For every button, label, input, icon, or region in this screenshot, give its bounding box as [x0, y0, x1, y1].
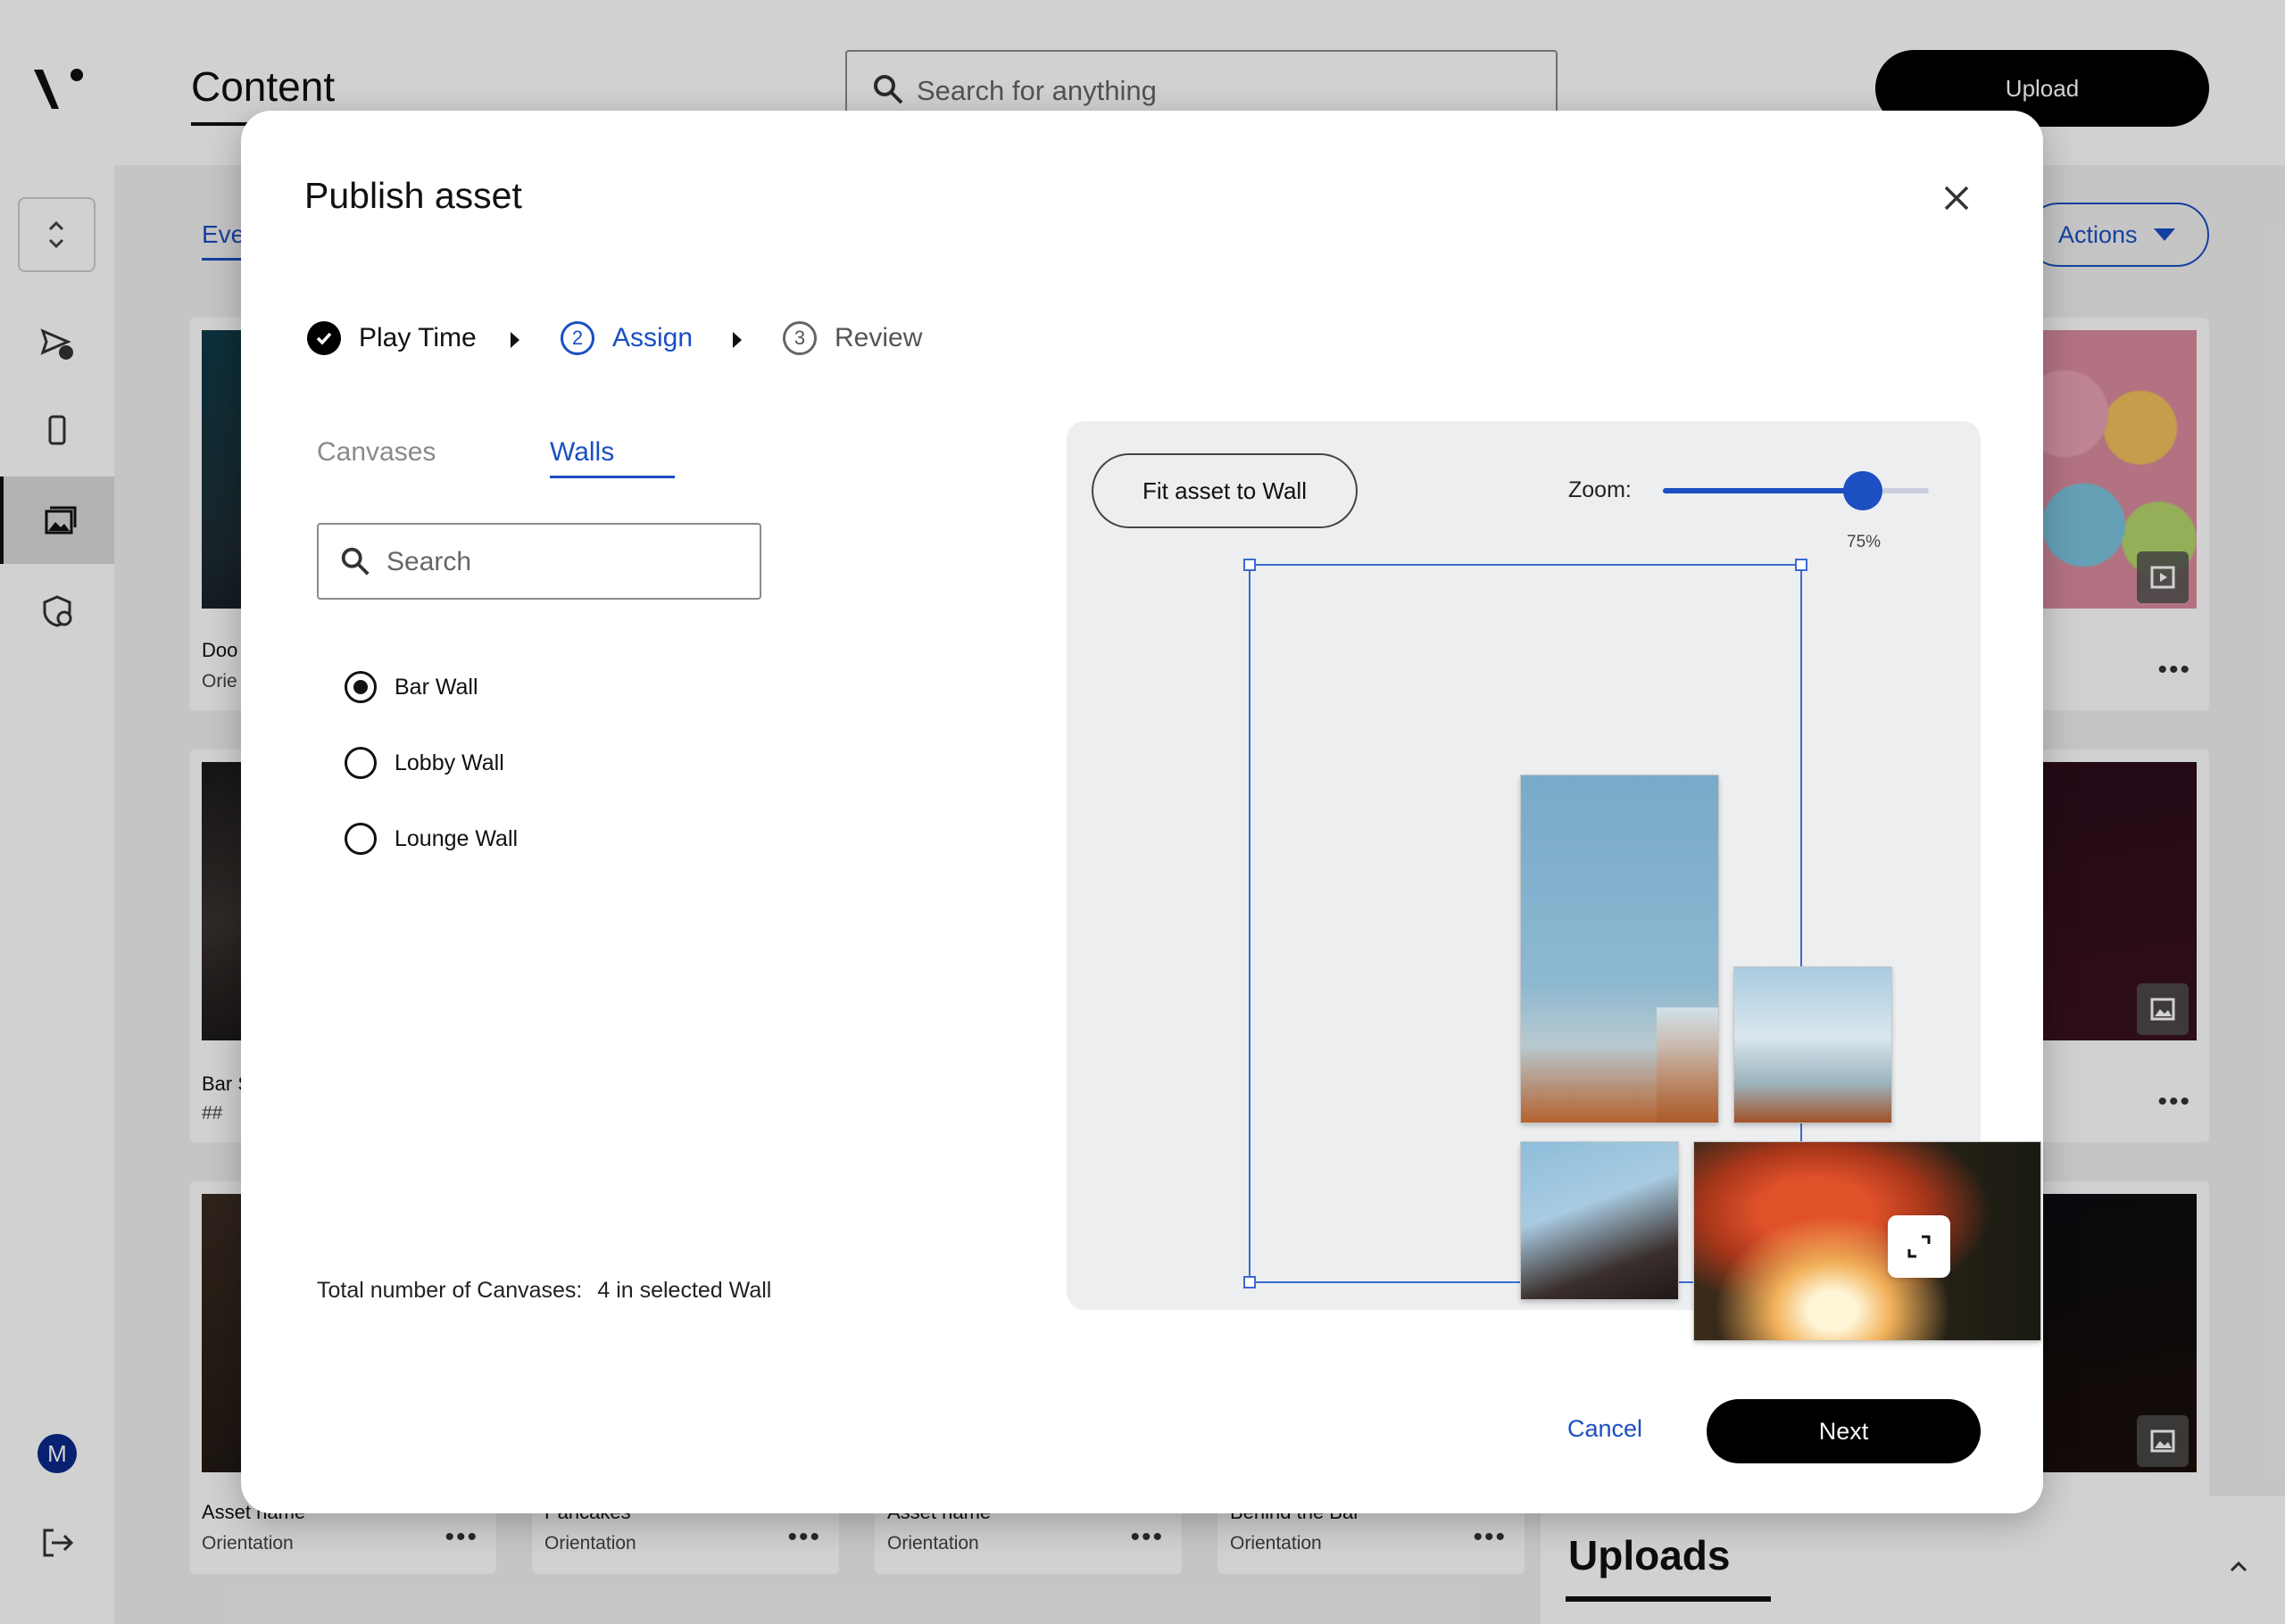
search-icon: [341, 547, 370, 576]
wall-search-input[interactable]: Search: [317, 523, 761, 600]
canvas-tile: [1734, 967, 1891, 1123]
wall-preview-panel: Fit asset to Wall Zoom: 75%: [1067, 421, 2040, 1340]
canvas-tile: [1521, 775, 1718, 1123]
fit-asset-to-wall-button[interactable]: Fit asset to Wall: [1092, 453, 1358, 528]
total-canvases-text: Total number of Canvases: 4 in selected …: [317, 1278, 771, 1304]
tab-canvases[interactable]: Canvases: [317, 437, 436, 468]
step-label: Assign: [612, 323, 694, 352]
zoom-slider[interactable]: [1663, 471, 1929, 510]
check-circle-icon: [307, 321, 341, 355]
canvas-tile: [1694, 1142, 2040, 1340]
canvas-tile: [1521, 1142, 1678, 1299]
wall-option-label: Lounge Wall: [395, 825, 519, 851]
zoom-label: Zoom:: [1568, 477, 1632, 502]
zoom-slider-fill: [1663, 488, 1863, 493]
expand-icon: [1907, 1235, 1931, 1258]
caret-right-icon: [511, 332, 519, 348]
step-assign: 2 Assign: [561, 321, 693, 355]
radio-button[interactable]: [345, 823, 377, 855]
expand-preview-button[interactable]: [1888, 1215, 1950, 1278]
wall-option-lounge-wall[interactable]: Lounge Wall: [345, 823, 518, 855]
publish-asset-dialog: Publish asset Play Time 2 Assign 3 Revie…: [241, 111, 2043, 1513]
radio-dot: [353, 680, 368, 694]
cancel-button[interactable]: Cancel: [1567, 1415, 1642, 1443]
resize-handle-top-right[interactable]: [1795, 559, 1807, 571]
wall-option-label: Lobby Wall: [395, 750, 504, 775]
step-label: Play Time: [359, 323, 477, 352]
wall-option-label: Bar Wall: [395, 674, 478, 700]
step-review: 3 Review: [783, 321, 922, 355]
zoom-slider-handle[interactable]: [1843, 471, 1882, 510]
search-placeholder: Search: [386, 547, 472, 576]
radio-button[interactable]: [345, 747, 377, 779]
glass-detail: [1657, 1007, 1718, 1123]
resize-handle-top-left[interactable]: [1243, 559, 1256, 571]
total-canvases-value: 4 in selected Wall: [597, 1278, 772, 1303]
zoom-percent: 75%: [1847, 533, 1882, 551]
radio-button-selected[interactable]: [345, 671, 377, 703]
wall-option-bar-wall[interactable]: Bar Wall: [345, 671, 478, 703]
step-label: Review: [835, 323, 923, 352]
resize-handle-bottom-left[interactable]: [1243, 1276, 1256, 1288]
close-icon[interactable]: [1937, 178, 1976, 218]
active-tab-underline: [550, 476, 675, 478]
step-play-time: Play Time: [307, 321, 477, 355]
caret-right-icon: [733, 332, 742, 348]
next-button[interactable]: Next: [1707, 1399, 1981, 1463]
step-number: 3: [783, 321, 817, 355]
step-number: 2: [561, 321, 594, 355]
wall-option-lobby-wall[interactable]: Lobby Wall: [345, 747, 504, 779]
tab-walls[interactable]: Walls: [550, 437, 614, 468]
dialog-title: Publish asset: [304, 175, 522, 216]
total-canvases-label: Total number of Canvases:: [317, 1278, 583, 1303]
